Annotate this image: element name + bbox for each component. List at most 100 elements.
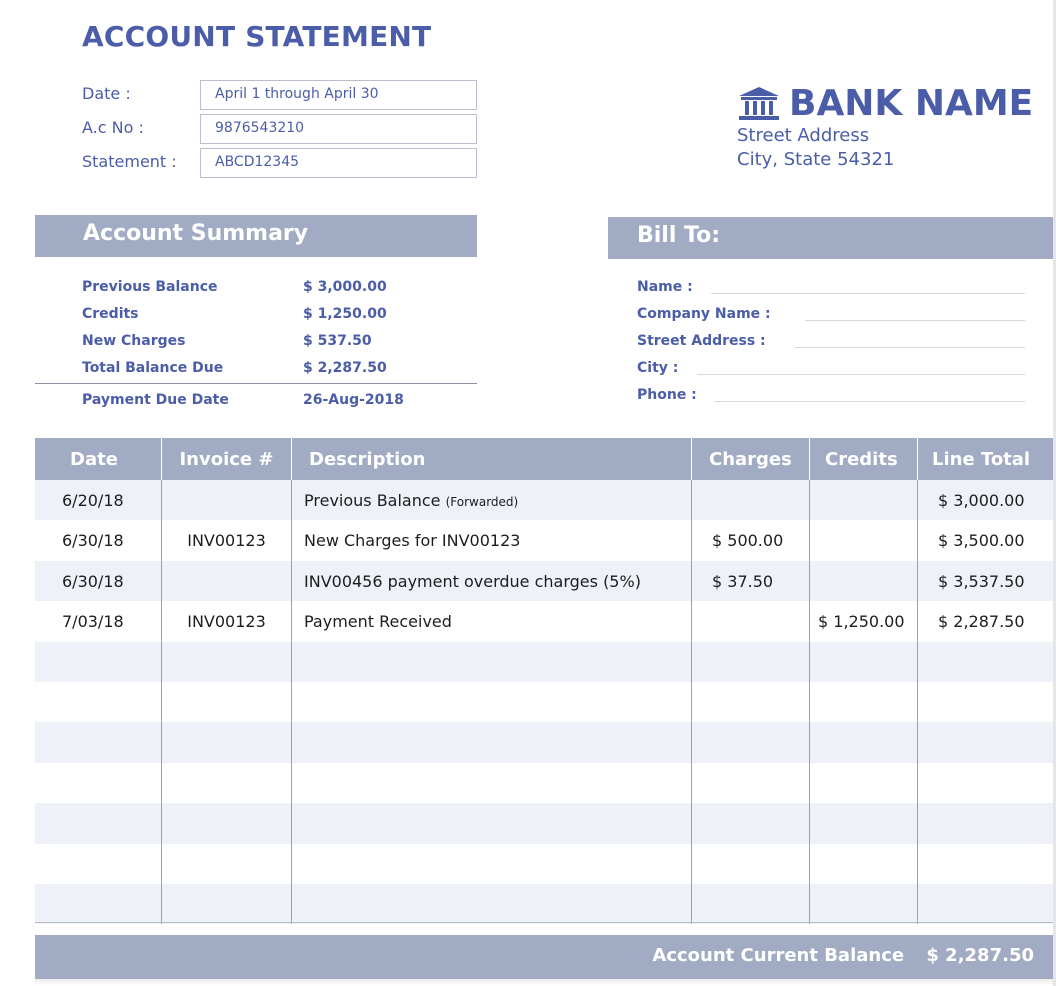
date-field[interactable]: April 1 through April 30 bbox=[200, 80, 477, 110]
table-cell-date bbox=[35, 641, 162, 682]
cell-text: $ 37.50 bbox=[712, 571, 774, 591]
table-cell-credits bbox=[810, 883, 918, 925]
table-cell-invoice bbox=[162, 722, 292, 763]
cell-text: 7/03/18 bbox=[62, 612, 124, 632]
table-cell-total bbox=[918, 884, 1056, 924]
bill-street-label: Street Address : bbox=[637, 333, 766, 349]
table-cell-date: 6/30/18 bbox=[35, 560, 162, 602]
account-number-label: A.c No : bbox=[82, 118, 144, 137]
table-cell-invoice bbox=[162, 641, 292, 682]
summary-label: Credits bbox=[82, 306, 139, 322]
table-row: 7/03/18 INV00123 Payment Received $ 1,250.0… bbox=[35, 601, 1056, 642]
account-number-field[interactable]: 9876543210 bbox=[200, 114, 477, 144]
bill-company-field[interactable] bbox=[805, 320, 1025, 321]
cell-text: INV00456 payment overdue charges (5%) bbox=[304, 571, 641, 591]
table-cell-credits: $ 1,250.00 bbox=[810, 601, 918, 642]
column-header-date: Date bbox=[35, 438, 162, 480]
column-header-description: Description bbox=[292, 438, 692, 480]
table-cell-credits bbox=[810, 762, 918, 804]
summary-label: Total Balance Due bbox=[82, 360, 224, 376]
table-cell-charges: $ 500.00 bbox=[692, 520, 810, 561]
table-cell-total bbox=[918, 803, 1056, 843]
table-cell-invoice bbox=[162, 843, 292, 884]
payment-due-label: Payment Due Date bbox=[82, 392, 229, 408]
bill-phone-field[interactable] bbox=[715, 401, 1025, 402]
cell-text: 6/30/18 bbox=[62, 571, 124, 591]
bank-city: City, State 54321 bbox=[737, 149, 895, 170]
summary-value: $ 3,000.00 bbox=[303, 279, 387, 295]
bill-street-field[interactable] bbox=[795, 347, 1025, 348]
summary-label: New Charges bbox=[82, 333, 186, 349]
table-row: 6/30/18 INV00123 New Charges for INV00123 $… bbox=[35, 520, 1056, 561]
bill-name-field[interactable] bbox=[711, 293, 1025, 294]
table-cell-description bbox=[292, 843, 692, 884]
bill-name-label: Name : bbox=[637, 279, 693, 295]
summary-value: $ 2,287.50 bbox=[303, 360, 387, 376]
cell-text: $ 500.00 bbox=[712, 531, 784, 551]
cell-text: INV00123 bbox=[187, 612, 266, 632]
table-cell-description bbox=[292, 641, 692, 682]
table-cell-date bbox=[35, 722, 162, 763]
table-cell-invoice bbox=[162, 762, 292, 804]
table-cell-description bbox=[292, 762, 692, 804]
table-cell-description: Previous Balance (Forwarded) bbox=[292, 480, 692, 521]
table-cell-total: $ 3,537.50 bbox=[918, 561, 1056, 601]
bank-name: BANK NAME bbox=[789, 83, 1034, 124]
table-cell-invoice bbox=[162, 681, 292, 723]
table-cell-description: INV00456 payment overdue charges (5%) bbox=[292, 560, 692, 602]
table-cell-description bbox=[292, 883, 692, 925]
table-cell-charges bbox=[692, 883, 810, 925]
table-cell-credits bbox=[810, 480, 918, 521]
cell-text: $ 3,500.00 bbox=[938, 531, 1025, 551]
table-cell-total bbox=[918, 844, 1056, 884]
table-cell-description: Payment Received bbox=[292, 601, 692, 642]
table-cell-credits bbox=[810, 681, 918, 723]
table-body: 6/20/18 Previous Balance (Forwarded) $ 3,0… bbox=[35, 480, 1056, 925]
table-cell-invoice bbox=[162, 803, 292, 844]
table-cell-description bbox=[292, 681, 692, 723]
table-cell-credits bbox=[810, 520, 918, 561]
table-cell-charges bbox=[692, 722, 810, 763]
table-bottom-rule bbox=[35, 922, 1056, 923]
cell-text: 6/30/18 bbox=[62, 531, 124, 551]
table-cell-total: $ 3,500.00 bbox=[918, 520, 1056, 560]
cell-text: New Charges for INV00123 bbox=[304, 531, 521, 551]
summary-value: $ 537.50 bbox=[303, 333, 372, 349]
table-cell-date: 6/30/18 bbox=[35, 520, 162, 561]
table-row: 6/30/18 INV00456 payment overdue charges … bbox=[35, 560, 1056, 602]
account-summary-heading: Account Summary bbox=[35, 215, 477, 257]
table-cell-charges bbox=[692, 843, 810, 884]
table-cell-invoice: INV00123 bbox=[162, 520, 292, 561]
table-cell-date: 7/03/18 bbox=[35, 601, 162, 642]
table-row bbox=[35, 762, 1056, 804]
table-cell-total: $ 2,287.50 bbox=[918, 601, 1056, 641]
bill-company-label: Company Name : bbox=[637, 306, 771, 322]
table-row: 6/20/18 Previous Balance (Forwarded) $ 3,0… bbox=[35, 480, 1056, 521]
current-balance-bar: Account Current Balance $ 2,287.50 bbox=[35, 935, 1056, 979]
column-header-line-total: Line Total bbox=[932, 449, 1031, 470]
bill-phone-label: Phone : bbox=[637, 387, 697, 403]
current-balance-value: $ 2,287.50 bbox=[926, 945, 1034, 966]
page-title: ACCOUNT STATEMENT bbox=[82, 20, 432, 53]
table-cell-description bbox=[292, 722, 692, 763]
table-cell-date bbox=[35, 681, 162, 723]
bill-city-field[interactable] bbox=[697, 374, 1025, 375]
table-row bbox=[35, 722, 1056, 763]
cell-text: 6/20/18 bbox=[62, 491, 124, 510]
table-cell-charges: $ 37.50 bbox=[692, 560, 810, 602]
transactions-table: Date Invoice # Description Charges Credi… bbox=[35, 438, 1056, 925]
table-cell-invoice: INV00123 bbox=[162, 601, 292, 642]
table-row bbox=[35, 641, 1056, 682]
table-cell-charges bbox=[692, 803, 810, 844]
current-balance-label: Account Current Balance bbox=[652, 945, 905, 966]
table-cell-total bbox=[918, 763, 1056, 803]
statement-field[interactable]: ABCD12345 bbox=[200, 148, 477, 178]
column-header-credits: Credits bbox=[810, 438, 918, 480]
date-label: Date : bbox=[82, 84, 131, 103]
table-cell-total: $ 3,000.00 bbox=[918, 480, 1056, 520]
table-cell-charges bbox=[692, 480, 810, 521]
table-cell-date bbox=[35, 762, 162, 804]
cell-note: (Forwarded) bbox=[445, 495, 519, 509]
table-cell-date bbox=[35, 883, 162, 925]
table-cell-charges bbox=[692, 762, 810, 804]
